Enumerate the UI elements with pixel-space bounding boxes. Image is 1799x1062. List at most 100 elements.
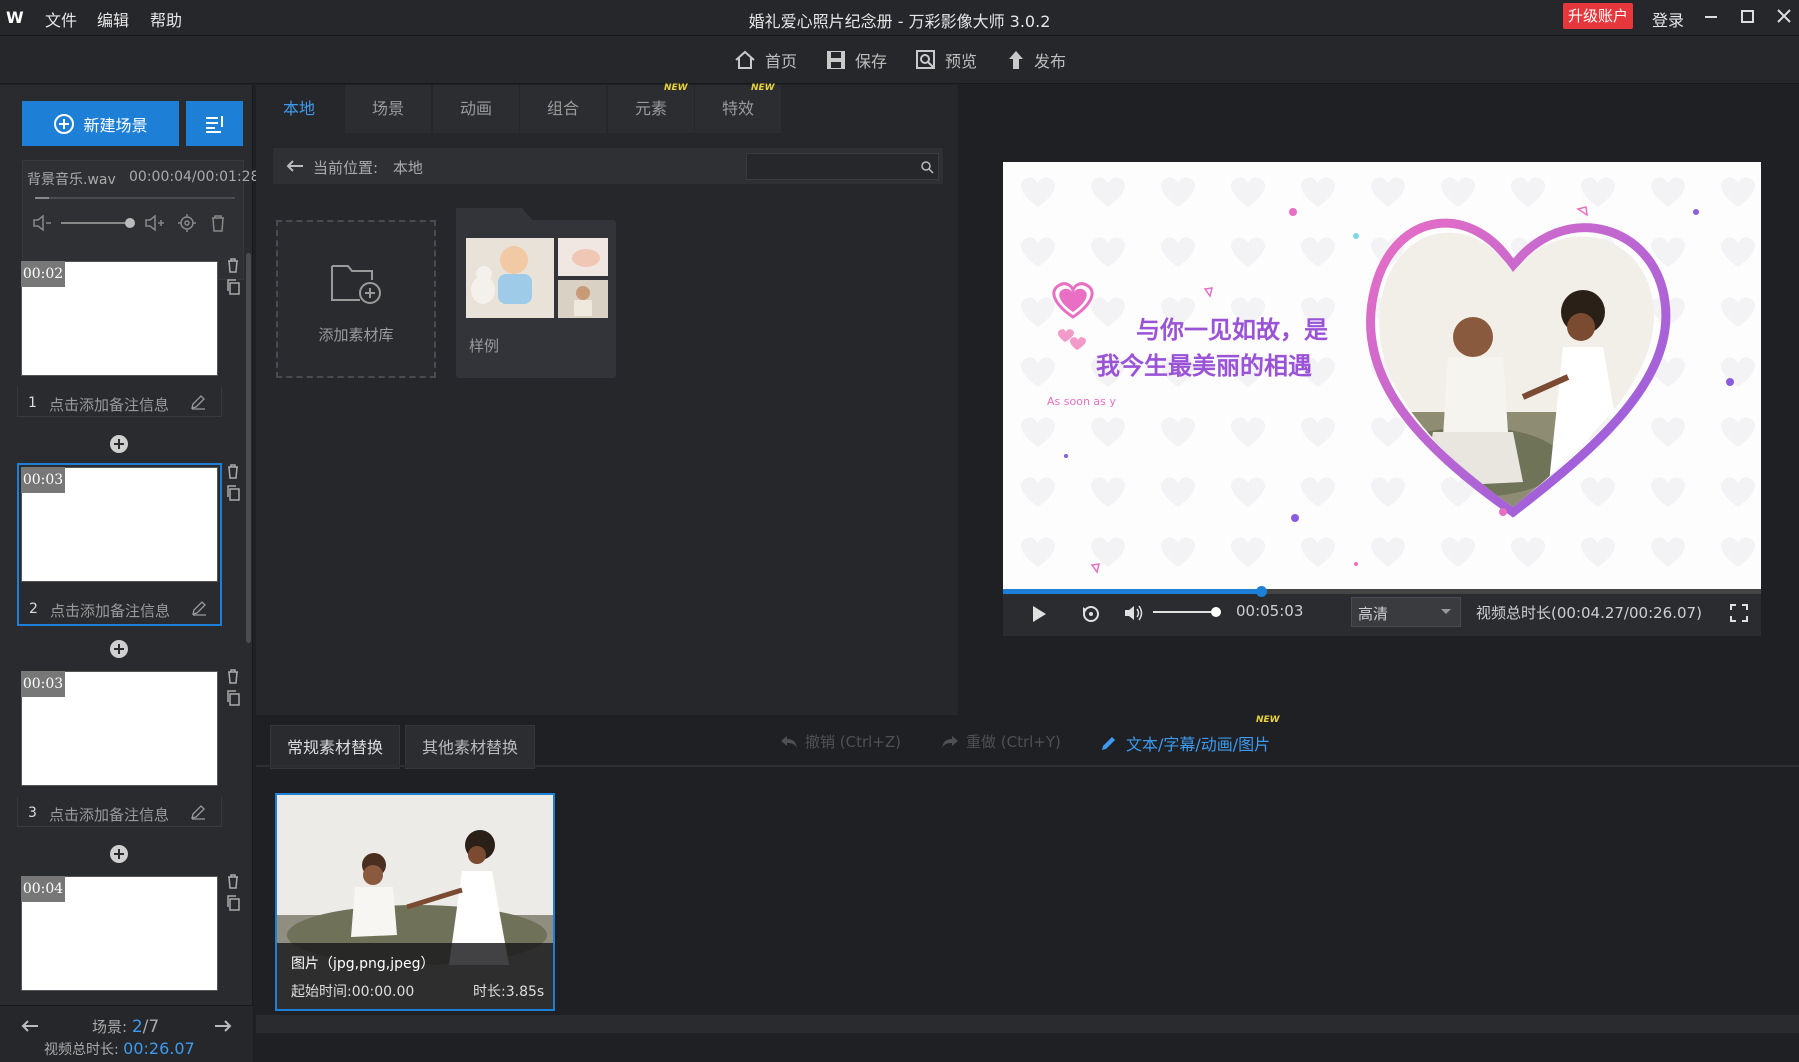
player-volume-handle[interactable] — [1211, 607, 1221, 617]
add-scene-plus-icon[interactable] — [109, 844, 129, 864]
music-progress-bar[interactable] — [35, 197, 235, 199]
scene-copy-icon[interactable] — [226, 690, 240, 706]
bottom-scrollbar[interactable] — [256, 1015, 1799, 1033]
player-controls: 00:05:03 高清 视频总时长(00:04.27/00:26.07) — [1003, 589, 1761, 636]
media-start-time: 起始时间:00:00.00 — [291, 984, 415, 1000]
pencil-icon[interactable] — [190, 804, 206, 820]
back-arrow-icon[interactable] — [285, 158, 305, 174]
play-icon[interactable] — [1031, 605, 1047, 623]
quality-select[interactable]: 高清 — [1351, 597, 1461, 627]
home-icon — [735, 50, 755, 69]
material-library: 本地 场景 动画 组合 元素 NEW 特效 NEW 当前位置: 本地 添加素材库 — [256, 83, 958, 715]
minimize-icon[interactable] — [1697, 4, 1725, 30]
preview-button[interactable]: 预览 — [915, 46, 977, 74]
scene-number: 2 — [29, 601, 38, 617]
tab-other-replace[interactable]: 其他素材替换 — [405, 725, 535, 769]
tab-animation[interactable]: 动画 — [433, 85, 519, 133]
scene-note[interactable]: 点击添加备注信息 — [50, 600, 170, 621]
scene-list-scrollbar[interactable] — [246, 253, 251, 643]
scene-card-1[interactable]: 00:02 1 点击添加备注信息 — [17, 257, 222, 419]
search-icon[interactable] — [920, 160, 934, 174]
scene-list-button[interactable] — [186, 101, 243, 146]
location-label: 当前位置: — [313, 159, 379, 177]
music-volume-slider[interactable] — [61, 222, 131, 224]
preview-text-line2[interactable]: 我今生最美丽的相遇 — [1096, 346, 1312, 381]
scene-note[interactable]: 点击添加备注信息 — [49, 394, 169, 415]
home-button[interactable]: 首页 — [733, 46, 797, 74]
scene-counter-label: 场景: — [92, 1018, 128, 1036]
scene-panel: 新建场景 背景音乐.wav 00:00:04/00:01:28 00:02 1 … — [0, 85, 259, 1062]
player-volume-slider[interactable] — [1153, 611, 1217, 613]
window-title: 婚礼爱心照片纪念册 - 万彩影像大师 3.0.2 — [748, 12, 1051, 31]
undo-icon — [781, 735, 797, 748]
upgrade-account-button[interactable]: 升级账户 — [1563, 3, 1633, 29]
add-scene-plus-icon[interactable] — [109, 434, 129, 454]
scene-delete-icon[interactable] — [226, 873, 240, 889]
sample-folder-card[interactable]: 样例 — [456, 208, 616, 378]
volume-icon[interactable] — [1123, 603, 1145, 623]
scene-delete-icon[interactable] — [226, 257, 240, 273]
login-button[interactable]: 登录 — [1652, 7, 1684, 31]
tab-group[interactable]: 组合 — [520, 85, 606, 133]
preview-canvas[interactable]: 与你一见如故，是 我今生最美丽的相遇 As soon as y — [1003, 162, 1761, 589]
redo-button[interactable]: 重做 (Ctrl+Y) — [940, 731, 1061, 752]
arrow-right-icon[interactable] — [213, 1018, 233, 1034]
save-button[interactable]: 保存 — [825, 46, 887, 74]
publish-button[interactable]: 发布 — [1006, 46, 1066, 74]
gear-icon[interactable] — [177, 213, 197, 233]
music-time: 00:00:04/00:01:28 — [129, 169, 260, 185]
scene-delete-icon[interactable] — [226, 668, 240, 684]
volume-down-icon[interactable] — [31, 213, 53, 233]
scene-card-3[interactable]: 00:03 3 点击添加备注信息 — [17, 667, 222, 829]
quality-value: 高清 — [1358, 605, 1389, 623]
add-library-card[interactable]: 添加素材库 — [276, 220, 436, 378]
add-scene-plus-icon[interactable] — [109, 639, 129, 659]
undo-button[interactable]: 撤销 (Ctrl+Z) — [779, 731, 901, 752]
edit-text-subtitle-link[interactable]: 文本/字幕/动画/图片 — [1100, 731, 1270, 755]
tab-scene[interactable]: 场景 — [345, 85, 431, 133]
player-time: 00:05:03 — [1236, 602, 1304, 620]
music-volume-handle[interactable] — [125, 218, 135, 228]
playback-progress-fill — [1003, 589, 1261, 594]
search-input[interactable] — [746, 153, 939, 180]
new-badge: NEW — [751, 83, 775, 93]
scene-card-2[interactable]: 00:03 2 点击添加备注信息 — [17, 463, 222, 626]
preview-text-line1[interactable]: 与你一见如故，是 — [1136, 310, 1328, 345]
media-item-card[interactable]: 图片（jpg,png,jpeg） 起始时间:00:00.00 时长:3.85s — [275, 793, 555, 1011]
menu-help[interactable]: 帮助 — [150, 7, 182, 31]
media-caption: 图片（jpg,png,jpeg） 起始时间:00:00.00 时长:3.85s — [277, 943, 553, 1009]
close-icon[interactable] — [1770, 4, 1798, 30]
folder-add-icon — [331, 265, 381, 304]
trash-icon[interactable] — [209, 213, 227, 233]
playback-progress-bar[interactable] — [1003, 589, 1761, 594]
scene-copy-icon[interactable] — [226, 485, 240, 501]
loop-icon[interactable] — [1080, 603, 1102, 623]
scene-copy-icon[interactable] — [226, 895, 240, 911]
arrow-left-icon[interactable] — [20, 1018, 40, 1034]
fullscreen-icon[interactable] — [1729, 603, 1749, 623]
volume-up-icon[interactable] — [143, 213, 165, 233]
music-filename: 背景音乐.wav — [27, 172, 116, 188]
new-scene-button[interactable]: 新建场景 — [22, 101, 179, 146]
scene-note[interactable]: 点击添加备注信息 — [49, 804, 169, 825]
sample-photo-collage — [466, 238, 608, 318]
undo-label: 撤销 (Ctrl+Z) — [805, 733, 902, 751]
playback-progress-handle[interactable] — [1255, 586, 1267, 597]
edit-link-label: 文本/字幕/动画/图片 — [1126, 735, 1271, 754]
pencil-icon[interactable] — [191, 600, 207, 616]
scene-duration: 00:02 — [21, 261, 65, 287]
plus-circle-icon — [54, 113, 75, 134]
list-settings-icon — [205, 115, 223, 133]
menu-edit[interactable]: 编辑 — [97, 7, 129, 31]
tab-regular-replace[interactable]: 常规素材替换 — [270, 725, 400, 769]
preview-small-text[interactable]: As soon as y — [1047, 395, 1116, 408]
folder-tab-shape — [456, 208, 534, 222]
location-value: 本地 — [392, 159, 423, 177]
scene-delete-icon[interactable] — [226, 463, 240, 479]
maximize-icon[interactable] — [1733, 4, 1761, 30]
tab-local[interactable]: 本地 — [256, 85, 342, 133]
menu-file[interactable]: 文件 — [45, 7, 77, 31]
scene-card-4[interactable]: 00:04 — [17, 872, 222, 1002]
scene-copy-icon[interactable] — [226, 279, 240, 295]
pencil-icon[interactable] — [190, 394, 206, 410]
